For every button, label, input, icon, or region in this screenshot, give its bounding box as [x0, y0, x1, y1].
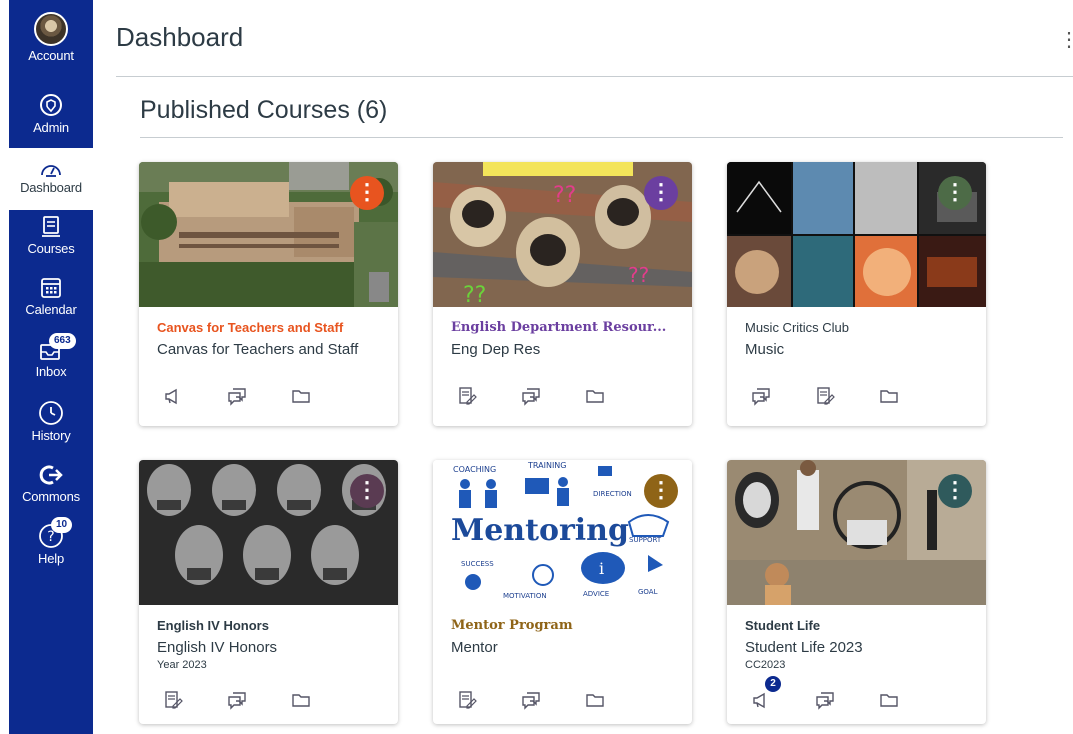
calendar-icon — [41, 278, 61, 298]
course-code: Mentor — [451, 639, 498, 656]
nav-commons-label: Commons — [22, 489, 80, 504]
nav-history-label: History — [31, 428, 71, 443]
card-options-button[interactable]: ⋮ — [644, 176, 678, 210]
course-title[interactable]: English IV Honors — [157, 618, 384, 633]
nav-courses[interactable]: Courses — [9, 215, 93, 256]
files-icon[interactable] — [879, 690, 899, 710]
discussions-icon[interactable] — [521, 386, 541, 406]
page-title: Dashboard — [116, 22, 244, 52]
files-icon[interactable] — [585, 690, 605, 710]
svg-text:DIRECTION: DIRECTION — [593, 490, 632, 498]
svg-text:??: ?? — [463, 283, 486, 307]
nav-dashboard-label: Dashboard — [20, 180, 82, 195]
course-code: English IV Honors — [157, 639, 278, 656]
discussions-icon[interactable] — [521, 690, 541, 710]
course-card[interactable]: COACHING TRAINING DIRECTION Mentoring SU… — [433, 460, 692, 724]
header-divider — [116, 76, 1073, 77]
discussions-icon[interactable] — [751, 386, 771, 406]
course-card[interactable]: ⋮ Canvas for Teachers and Staff Canvas f… — [139, 162, 398, 426]
course-code: Student Life 2023 — [745, 639, 863, 656]
course-term: CC2023 — [745, 659, 786, 671]
svg-text:??: ?? — [628, 263, 649, 287]
course-code: Eng Dep Res — [451, 341, 541, 358]
course-code: Music — [745, 341, 785, 358]
nav-dashboard[interactable]: Dashboard — [9, 148, 93, 210]
nav-inbox[interactable]: 663 Inbox — [9, 333, 93, 379]
course-title[interactable]: English Department Resour... — [451, 320, 678, 335]
svg-text:??: ?? — [553, 183, 576, 208]
nav-courses-label: Courses — [27, 241, 75, 256]
section-divider — [140, 137, 1063, 138]
assignments-icon[interactable] — [457, 386, 477, 406]
svg-text:MOTIVATION: MOTIVATION — [503, 592, 547, 600]
files-icon[interactable] — [291, 386, 311, 406]
svg-text:ADVICE: ADVICE — [583, 590, 609, 598]
files-icon[interactable] — [585, 386, 605, 406]
course-term: Year 2023 — [157, 659, 207, 671]
nav-commons[interactable]: Commons — [9, 463, 93, 504]
svg-text:Mentoring: Mentoring — [451, 513, 629, 548]
course-card[interactable]: ⋮ Music Critics Club Music — [727, 162, 986, 426]
global-navigation: Account Admin Dashboard Courses Calendar… — [9, 0, 93, 734]
discussions-icon[interactable] — [227, 690, 247, 710]
files-icon[interactable] — [291, 690, 311, 710]
svg-text:TRAINING: TRAINING — [527, 461, 566, 470]
section-title: Published Courses (6) — [140, 96, 388, 124]
assignments-icon[interactable] — [163, 690, 183, 710]
history-clock-icon — [39, 401, 63, 425]
shield-icon — [40, 94, 62, 116]
course-title[interactable]: Mentor Program — [451, 618, 678, 633]
assignments-icon[interactable] — [457, 690, 477, 710]
card-options-button[interactable]: ⋮ — [644, 474, 678, 508]
window-edge — [0, 0, 9, 734]
svg-text:COACHING: COACHING — [453, 465, 496, 474]
course-code: Canvas for Teachers and Staff — [157, 341, 359, 358]
svg-text:SUPPORT: SUPPORT — [629, 536, 662, 544]
course-title[interactable]: Canvas for Teachers and Staff — [157, 320, 384, 335]
svg-text:GOAL: GOAL — [638, 588, 658, 596]
card-options-button[interactable]: ⋮ — [350, 176, 384, 210]
course-card[interactable]: ⋮ English IV Honors English IV Honors Ye… — [139, 460, 398, 724]
nav-calendar-label: Calendar — [25, 302, 77, 317]
nav-help-label: Help — [38, 551, 64, 566]
nav-history[interactable]: History — [9, 400, 93, 443]
card-options-button[interactable]: ⋮ — [938, 474, 972, 508]
avatar — [34, 12, 68, 46]
course-card[interactable]: ⋮ Student Life Student Life 2023 CC2023 … — [727, 460, 986, 724]
nav-admin-label: Admin — [33, 120, 69, 135]
svg-text:SUCCESS: SUCCESS — [461, 560, 494, 568]
nav-help[interactable]: ? 10 Help — [9, 517, 93, 566]
announcements-icon[interactable]: 2 — [751, 676, 781, 710]
nav-inbox-label: Inbox — [35, 364, 67, 379]
announcements-icon[interactable] — [163, 386, 183, 406]
unread-announcements-badge: 2 — [765, 676, 781, 692]
discussions-icon[interactable] — [227, 386, 247, 406]
course-title[interactable]: Music Critics Club — [745, 320, 972, 335]
courses-icon — [42, 216, 60, 237]
svg-text:i: i — [599, 559, 604, 578]
course-title[interactable]: Student Life — [745, 618, 972, 633]
card-options-button[interactable]: ⋮ — [350, 474, 384, 508]
commons-icon — [39, 465, 63, 485]
inbox-unread-badge: 663 — [49, 333, 76, 349]
files-icon[interactable] — [879, 386, 899, 406]
course-card[interactable]: ?? ?? ?? ⋮ English Department Resour... … — [433, 162, 692, 426]
help-badge: 10 — [51, 517, 73, 533]
nav-account-label: Account — [28, 48, 74, 63]
assignments-icon[interactable] — [815, 386, 835, 406]
discussions-icon[interactable] — [815, 690, 835, 710]
nav-admin[interactable]: Admin — [9, 92, 93, 135]
dashboard-icon — [41, 165, 61, 177]
nav-account[interactable]: Account — [9, 12, 93, 63]
card-options-button[interactable]: ⋮ — [938, 176, 972, 210]
nav-calendar[interactable]: Calendar — [9, 276, 93, 317]
dashboard-options-menu-icon[interactable]: ⋮ — [1059, 30, 1073, 54]
